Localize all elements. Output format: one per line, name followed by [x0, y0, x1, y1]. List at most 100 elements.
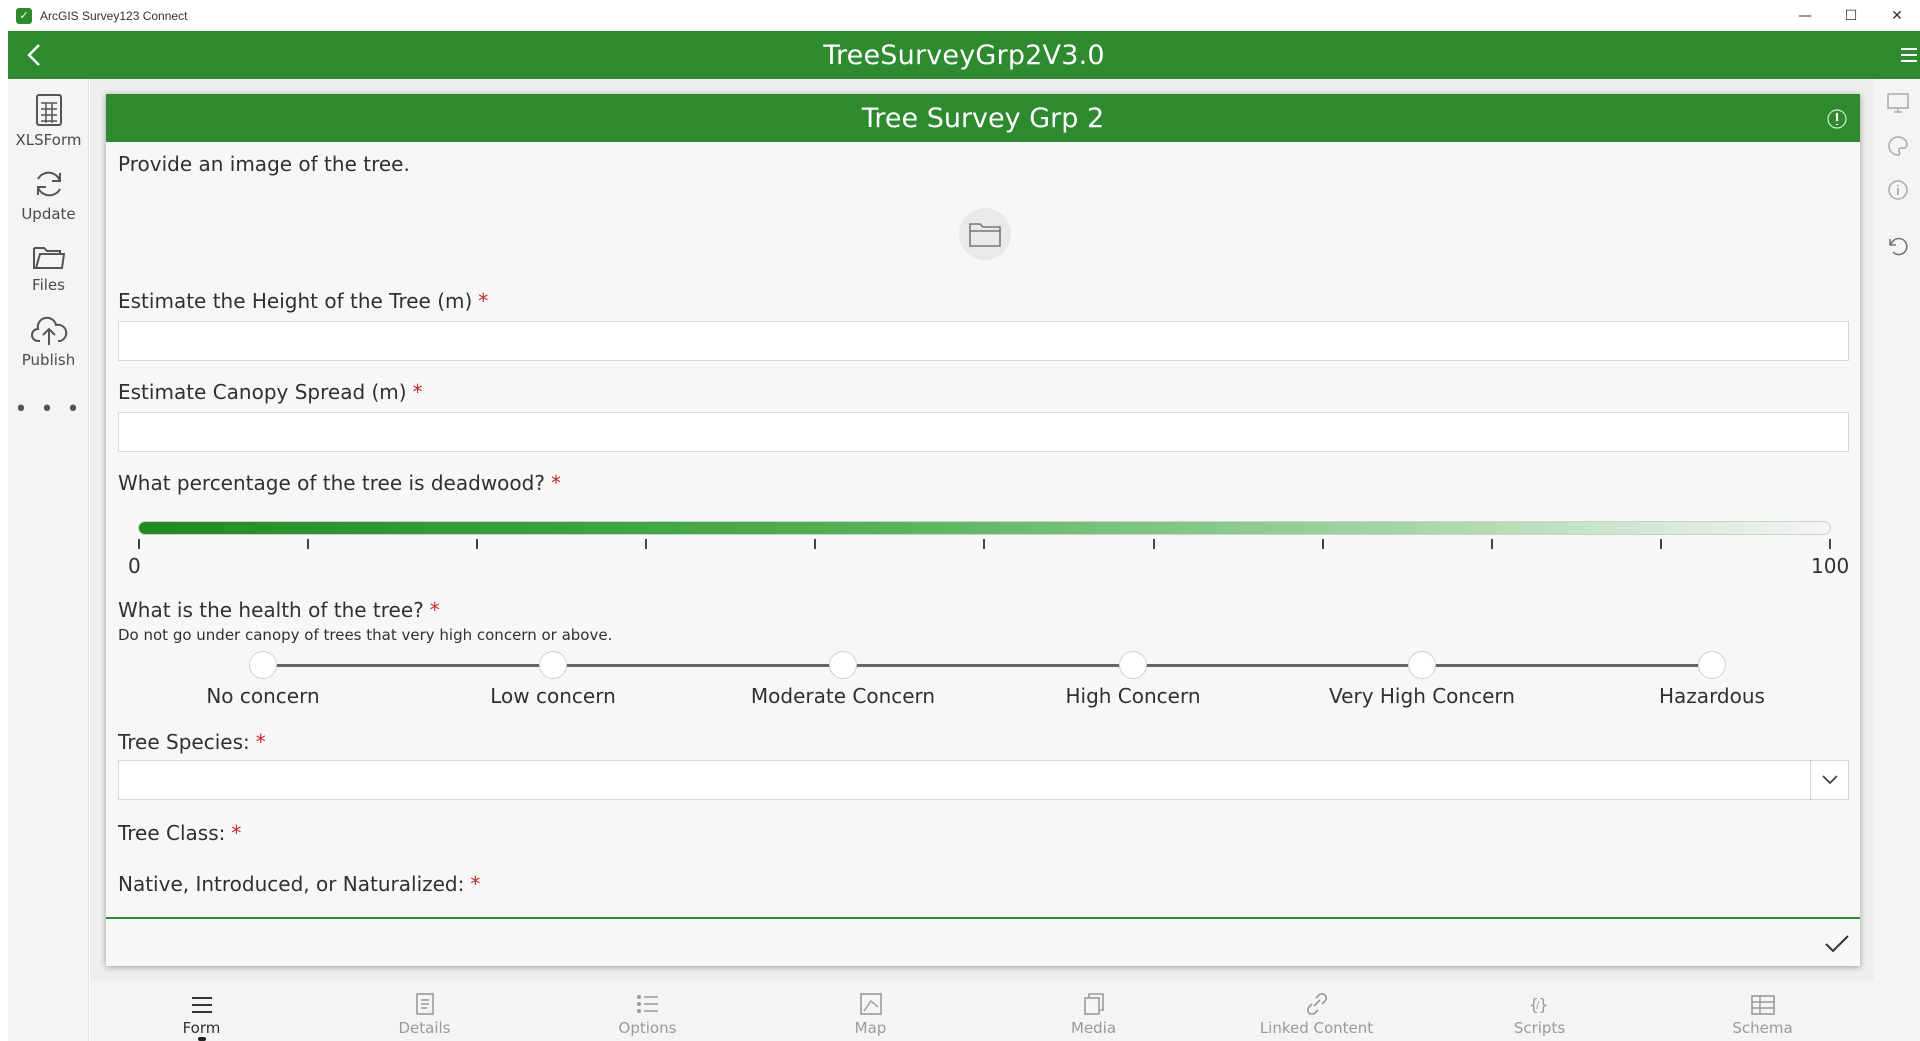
attach-image-button[interactable]	[959, 208, 1011, 260]
slider-tick	[1660, 539, 1662, 549]
tab-label: Linked Content	[1259, 1019, 1374, 1037]
height-question-label: Estimate the Height of the Tree (m) *	[118, 289, 488, 313]
question-text: Tree Class:	[118, 821, 226, 845]
tab-map[interactable]: Map	[759, 981, 982, 1041]
deadwood-slider[interactable]	[138, 521, 1831, 535]
submit-button[interactable]	[1822, 929, 1852, 959]
likert-track	[263, 664, 1713, 667]
app-header: TreeSurveyGrp2V3.0	[8, 31, 1920, 79]
folder-icon	[969, 223, 1001, 247]
tab-media[interactable]: Media	[982, 981, 1205, 1041]
question-text: Native, Introduced, or Naturalized:	[118, 872, 465, 896]
minimize-button[interactable]: —	[1782, 0, 1828, 31]
tab-linked-content[interactable]: Linked Content	[1205, 981, 1428, 1041]
deadwood-question-label: What percentage of the tree is deadwood?…	[118, 471, 561, 495]
palette-icon	[1888, 136, 1908, 156]
left-sidebar: XLSForm Update Files Publish • • •	[8, 79, 89, 1041]
slider-max-label: 100	[1811, 554, 1850, 578]
slider-tick	[476, 539, 478, 549]
required-marker: *	[412, 380, 423, 404]
health-option-radio[interactable]	[249, 651, 277, 679]
sidebar-item-update[interactable]: Update	[8, 167, 89, 223]
bottom-tab-bar: Form Details Options Map Media Linked Co…	[90, 981, 1874, 1041]
details-icon	[415, 993, 434, 1015]
monitor-icon	[1887, 93, 1909, 113]
hamburger-icon	[1901, 48, 1917, 62]
window-titlebar: ✓ ArcGIS Survey123 Connect — ☐ ✕	[0, 0, 1920, 31]
tab-label: Options	[618, 1019, 677, 1037]
link-icon	[1306, 992, 1327, 1016]
health-option-label[interactable]: No concern	[143, 684, 383, 708]
health-option-label[interactable]: Hazardous	[1592, 684, 1832, 708]
preview-toggle[interactable]	[1886, 91, 1910, 115]
tab-details[interactable]: Details	[313, 981, 536, 1041]
required-marker: *	[478, 289, 489, 313]
species-dropdown-button[interactable]	[1810, 761, 1848, 799]
tab-label: Map	[854, 1019, 887, 1037]
health-option-label[interactable]: High Concern	[1013, 684, 1253, 708]
class-question-label: Tree Class: *	[118, 821, 241, 845]
reset-button[interactable]	[1886, 234, 1910, 258]
scripts-icon: {}/	[1529, 995, 1548, 1014]
slider-tick	[645, 539, 647, 549]
slider-tick	[814, 539, 816, 549]
right-sidebar	[1874, 79, 1920, 1041]
required-marker: *	[231, 821, 242, 845]
canopy-input[interactable]	[118, 412, 1849, 452]
checkmark-icon	[1825, 935, 1849, 953]
slider-min-label: 0	[128, 554, 141, 578]
refresh-icon	[36, 171, 61, 197]
height-input[interactable]	[118, 321, 1849, 361]
menu-button[interactable]	[1898, 39, 1920, 71]
options-icon	[636, 995, 658, 1013]
sidebar-item-publish[interactable]: Publish	[8, 315, 89, 369]
alert-icon	[1827, 109, 1847, 129]
schema-icon	[1750, 995, 1775, 1015]
question-text: What is the health of the tree?	[118, 598, 424, 622]
health-option-radio[interactable]	[1408, 651, 1436, 679]
sidebar-label: XLSForm	[15, 131, 82, 149]
more-options-button[interactable]: • • •	[8, 397, 89, 422]
sidebar-item-files[interactable]: Files	[8, 242, 89, 294]
question-text: Tree Species:	[118, 730, 250, 754]
species-select[interactable]	[118, 760, 1849, 800]
slider-tick	[1153, 539, 1155, 549]
sidebar-label: Files	[32, 276, 65, 294]
form-status-button[interactable]	[1824, 106, 1850, 132]
health-option-radio[interactable]	[829, 651, 857, 679]
tab-schema[interactable]: Schema	[1651, 981, 1874, 1041]
slider-tick	[1322, 539, 1324, 549]
health-option-radio[interactable]	[539, 651, 567, 679]
main-area: Tree Survey Grp 2 Provide an image of th…	[90, 79, 1874, 981]
info-button[interactable]	[1886, 178, 1910, 202]
species-question-label: Tree Species: *	[118, 730, 266, 754]
active-tab-indicator	[197, 1037, 206, 1041]
sidebar-item-xlsform[interactable]: XLSForm	[8, 93, 89, 149]
question-text: Estimate Canopy Spread (m)	[118, 380, 407, 404]
health-option-radio[interactable]	[1698, 651, 1726, 679]
tab-scripts[interactable]: {} / Scripts	[1428, 981, 1651, 1041]
survey123-app-icon: ✓	[16, 7, 32, 24]
canopy-question-label: Estimate Canopy Spread (m) *	[118, 380, 423, 404]
health-option-label[interactable]: Very High Concern	[1302, 684, 1542, 708]
close-window-button[interactable]: ✕	[1874, 0, 1920, 31]
maximize-button[interactable]: ☐	[1828, 0, 1874, 31]
tab-options[interactable]: Options	[536, 981, 759, 1041]
info-icon	[1888, 180, 1908, 200]
chevron-down-icon	[1821, 775, 1838, 785]
required-marker: *	[550, 471, 561, 495]
tab-label: Form	[182, 1019, 221, 1037]
back-button[interactable]	[16, 39, 52, 71]
tab-form[interactable]: Form	[90, 981, 313, 1041]
health-option-radio[interactable]	[1119, 651, 1147, 679]
folder-icon	[32, 247, 65, 269]
native-question-label: Native, Introduced, or Naturalized: *	[118, 872, 480, 896]
health-option-label[interactable]: Moderate Concern	[723, 684, 963, 708]
health-option-label[interactable]: Low concern	[433, 684, 673, 708]
sidebar-label: Publish	[21, 351, 76, 369]
style-button[interactable]	[1886, 134, 1910, 158]
tab-label: Details	[398, 1019, 451, 1037]
tab-label: Media	[1070, 1019, 1117, 1037]
form-title: Tree Survey Grp 2	[861, 102, 1105, 134]
health-hint: Do not go under canopy of trees that ver…	[118, 626, 613, 644]
